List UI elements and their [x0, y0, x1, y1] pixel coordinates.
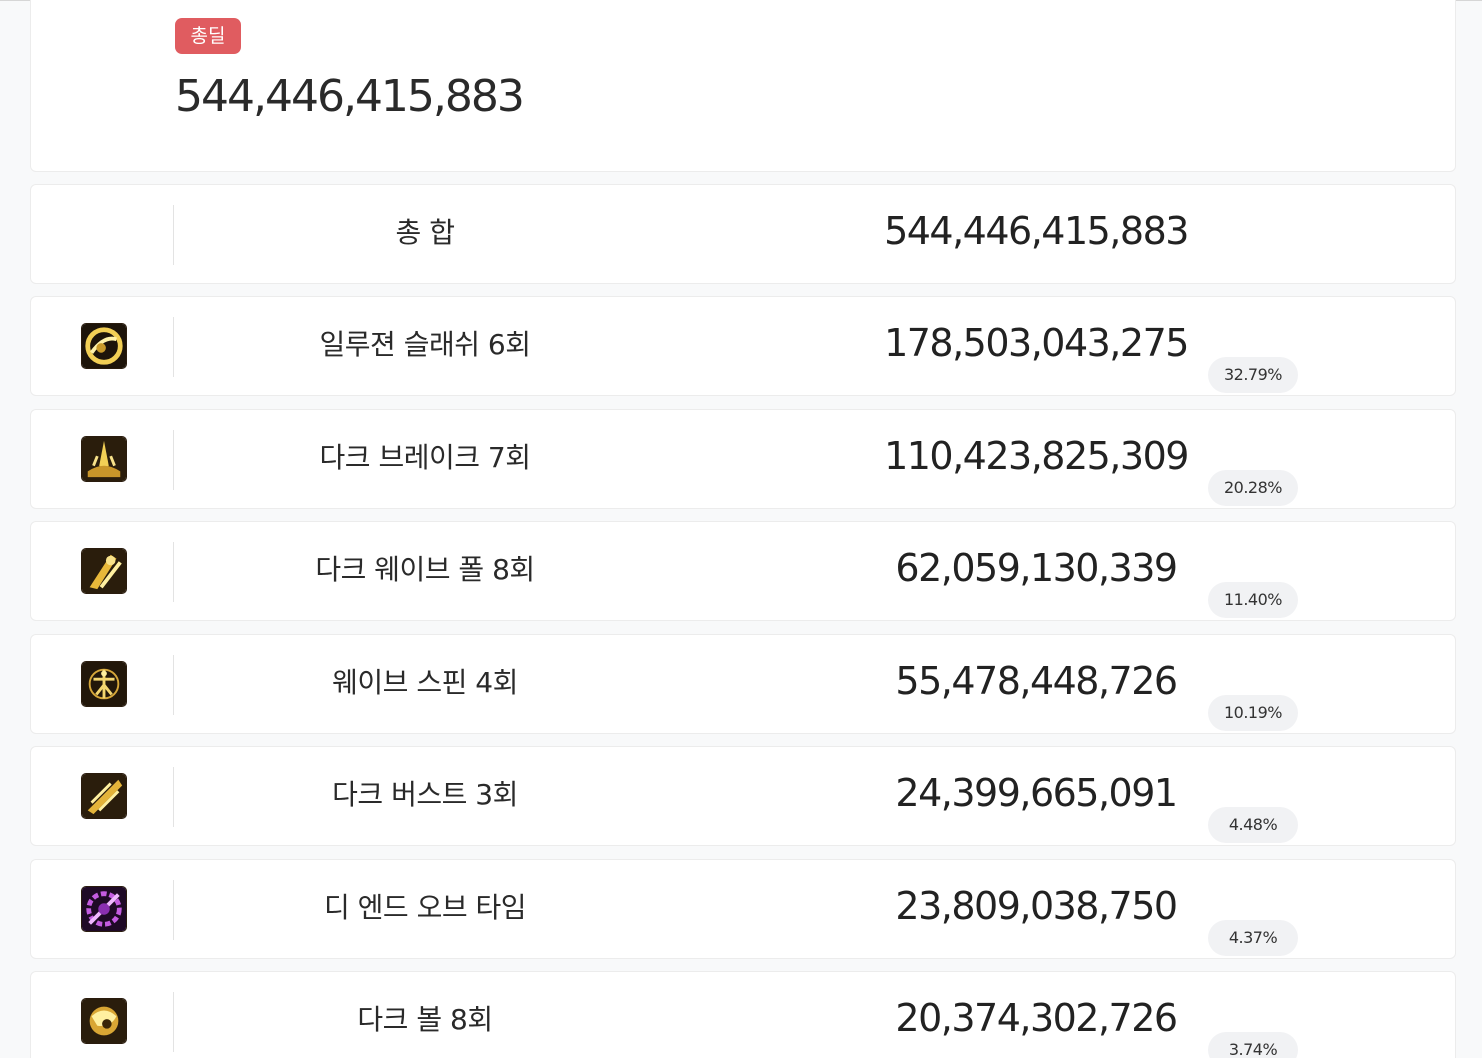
skill-damage: 62,059,130,339	[895, 546, 1178, 590]
total-label: 총 합	[395, 216, 455, 249]
skill-damage: 24,399,665,091	[895, 771, 1178, 815]
skill-row: 다크 브레이크 7회 110,423,825,309 20.28%	[30, 409, 1456, 509]
skill-name: 다크 버스트 3회	[332, 778, 518, 811]
dark-break-icon	[81, 436, 127, 482]
skill-damage: 23,809,038,750	[895, 884, 1178, 928]
skill-name: 다크 브레이크 7회	[319, 441, 531, 474]
skill-percent-badge: 11.40%	[1208, 582, 1298, 618]
skill-percent-badge: 32.79%	[1208, 357, 1298, 393]
skill-percent-badge: 10.19%	[1208, 695, 1298, 731]
skill-damage: 55,478,448,726	[895, 659, 1178, 703]
end-of-time-icon	[81, 886, 127, 932]
skill-row: 웨이브 스핀 4회 55,478,448,726 10.19%	[30, 634, 1456, 734]
skill-row: 다크 버스트 3회 24,399,665,091 4.48%	[30, 746, 1456, 846]
skill-row: 다크 볼 8회 20,374,302,726 3.74%	[30, 971, 1456, 1058]
total-damage-value: 544,446,415,883	[175, 71, 525, 122]
skill-damage: 110,423,825,309	[884, 434, 1189, 478]
skill-percent-badge: 3.74%	[1208, 1032, 1298, 1058]
total-value: 544,446,415,883	[884, 209, 1189, 253]
page: 총딜 544,446,415,883 총 합 544,446,415,883 일…	[0, 0, 1482, 1058]
skill-row: 다크 웨이브 폴 8회 62,059,130,339 11.40%	[30, 521, 1456, 621]
wave-spin-icon	[81, 661, 127, 707]
skill-name: 웨이브 스핀 4회	[332, 666, 518, 699]
skill-percent-badge: 20.28%	[1208, 470, 1298, 506]
skill-name: 다크 볼 8회	[357, 1003, 493, 1036]
total-damage-card: 총딜 544,446,415,883	[30, 0, 1456, 172]
skill-percent-badge: 4.48%	[1208, 807, 1298, 843]
dark-wave-fall-icon	[81, 548, 127, 594]
total-row: 총 합 544,446,415,883	[30, 184, 1456, 284]
dark-ball-icon	[81, 998, 127, 1044]
skill-damage: 20,374,302,726	[895, 996, 1178, 1040]
skill-percent-badge: 4.37%	[1208, 920, 1298, 956]
total-damage-badge: 총딜	[175, 18, 241, 54]
skill-row: 일루젼 슬래쉬 6회 178,503,043,275 32.79%	[30, 296, 1456, 396]
illusion-slash-icon	[81, 323, 127, 369]
dark-burst-icon	[81, 773, 127, 819]
skill-name: 일루젼 슬래쉬 6회	[319, 328, 531, 361]
skill-damage: 178,503,043,275	[884, 321, 1189, 365]
skill-name: 다크 웨이브 폴 8회	[315, 553, 535, 586]
skill-row: 디 엔드 오브 타임 23,809,038,750 4.37%	[30, 859, 1456, 959]
skill-name: 디 엔드 오브 타임	[323, 891, 527, 924]
